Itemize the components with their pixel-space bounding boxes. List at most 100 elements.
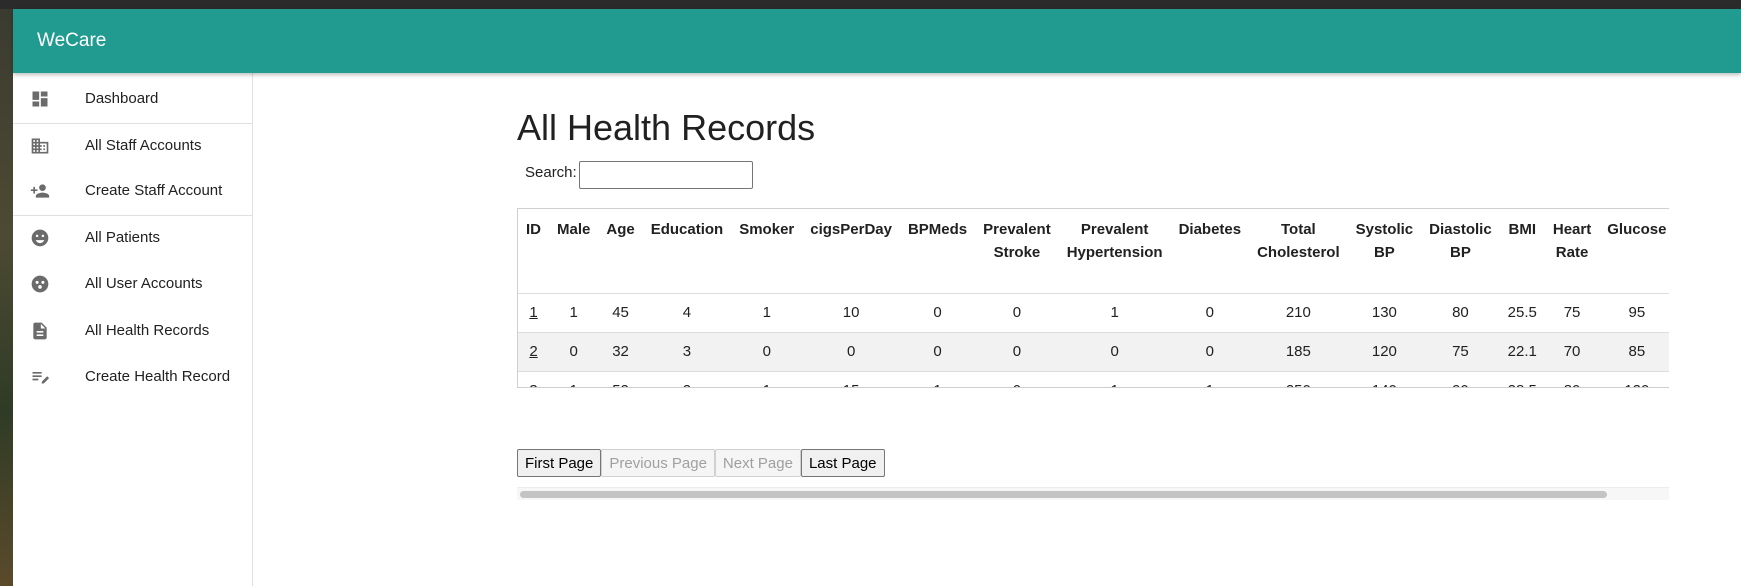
- table-body: 1 1 45 4 1 10 0 0 1 0 210 130 80 25.5 75 95 2 0 32 3 0 0 0 0 0 0 1…: [518, 293, 1669, 387]
- table-cell: 75: [1544, 293, 1600, 333]
- table-cell: 1: [549, 293, 599, 333]
- table-cell: 1: [1171, 371, 1250, 387]
- table-cell: 0: [899, 293, 976, 333]
- edit-note-icon: [32, 372, 50, 384]
- record-id-link[interactable]: 3: [529, 382, 537, 387]
- sidebar: Dashboard All Staff Accounts Create Staf…: [13, 73, 253, 586]
- column-header: Prevalent Hypertension: [1058, 209, 1171, 294]
- table-cell: 28.5: [1500, 371, 1545, 387]
- column-header: Education: [642, 209, 732, 294]
- person-add-icon: [30, 184, 50, 198]
- table-cell: 250: [1249, 371, 1348, 387]
- table-cell: 0: [899, 332, 976, 372]
- main-content: All Health Records Search: ID Male Age Educ…: [253, 73, 1741, 586]
- record-id-cell: 3: [518, 371, 549, 387]
- column-header: Systolic BP: [1347, 209, 1422, 294]
- table-cell: 185: [1249, 332, 1348, 372]
- page-title: All Health Records: [517, 107, 816, 148]
- table-cell: 15: [802, 371, 900, 387]
- column-header: Smoker: [731, 209, 803, 294]
- table-cell: 80: [1421, 293, 1500, 333]
- sidebar-item-create-health-record[interactable]: Create Health Record: [13, 355, 252, 399]
- table-cell: 70: [1544, 332, 1600, 372]
- sidebar-item-all-health-records[interactable]: All Health Records: [13, 309, 252, 353]
- app-header: WeCare: [13, 9, 1741, 73]
- table-cell: 80: [1545, 371, 1599, 387]
- table-cell: 0: [731, 332, 803, 372]
- table-cell: 0: [975, 371, 1059, 387]
- column-header: Prevalent Stroke: [975, 209, 1059, 294]
- browser-top-edge: [0, 0, 1741, 9]
- building-icon: [31, 138, 49, 154]
- search-input[interactable]: [579, 161, 753, 189]
- column-header: Total Cholesterol: [1249, 209, 1348, 294]
- column-header: cigsPerDay: [802, 209, 900, 294]
- column-header: BMI: [1499, 209, 1545, 294]
- column-header: Glucose: [1599, 209, 1669, 294]
- column-header: BPMeds: [899, 209, 976, 294]
- table-cell: 210: [1249, 293, 1348, 333]
- sidebar-item-label: Create Staff Account: [85, 182, 223, 199]
- sidebar-item-create-staff-account[interactable]: Create Staff Account: [13, 169, 252, 213]
- brand-title[interactable]: WeCare: [37, 30, 106, 52]
- previous-page-button[interactable]: Previous Page: [601, 449, 715, 477]
- table-cell: 32: [598, 332, 643, 372]
- table-cell: 0: [975, 293, 1059, 333]
- sidebar-item-label: All Patients: [85, 229, 161, 246]
- table-cell: 1: [549, 371, 598, 387]
- table-cell: 0: [802, 332, 900, 372]
- record-id-cell: 2: [518, 332, 549, 372]
- table-cell: 1: [1058, 293, 1171, 333]
- column-header: Male: [549, 209, 599, 294]
- sidebar-item-label: All User Accounts: [85, 275, 203, 292]
- pagination: First Page Previous Page Next Page Last …: [517, 449, 885, 477]
- sidebar-item-all-user-accounts[interactable]: All User Accounts: [13, 262, 252, 306]
- table-cell: 130: [1347, 293, 1422, 333]
- table-cell: 120: [1599, 371, 1669, 387]
- record-id-link[interactable]: 1: [529, 304, 537, 321]
- table-cell: 0: [549, 332, 599, 372]
- table-cell: 0: [1058, 332, 1171, 372]
- column-header: ID: [518, 209, 549, 294]
- last-page-button[interactable]: Last Page: [800, 449, 885, 477]
- record-id-link[interactable]: 2: [529, 343, 537, 360]
- first-page-button[interactable]: First Page: [517, 449, 602, 477]
- table-row: 2 0 32 3 0 0 0 0 0 0 185 120 75 22.1 70 85: [518, 332, 1669, 372]
- app-window: WeCare Dashboard All Staff Accounts Crea…: [13, 9, 1741, 586]
- search-label: Search:: [525, 164, 577, 181]
- table-cell: 45: [598, 293, 643, 333]
- horizontal-scrollbar[interactable]: [517, 487, 1669, 500]
- health-records-table: ID Male Age Education Smoker cigsPerDay BPMeds…: [518, 209, 1669, 387]
- table-cell: 22.1: [1499, 332, 1545, 372]
- table-cell: 1: [1059, 371, 1171, 387]
- desktop-background-strip: [0, 0, 13, 586]
- table-cell: 95: [1599, 293, 1669, 333]
- table-cell: 85: [1599, 332, 1669, 372]
- table-cell: 25.5: [1499, 293, 1545, 333]
- next-page-button[interactable]: Next Page: [714, 449, 801, 477]
- table-cell: 4: [642, 293, 732, 333]
- sidebar-item-dashboard[interactable]: Dashboard: [13, 77, 252, 121]
- sidebar-item-label: All Health Records: [85, 322, 210, 339]
- table-cell: 0: [975, 332, 1059, 372]
- table-cell: 0: [1170, 293, 1250, 333]
- table-row: 1 1 45 4 1 10 0 0 1 0 210 130 80 25.5 75 95: [518, 293, 1669, 333]
- user-accounts-icon: [31, 275, 49, 293]
- dashboard-icon: [32, 91, 48, 107]
- table-cell: 52: [598, 371, 642, 387]
- sidebar-item-label: Dashboard: [85, 90, 159, 107]
- table-cell: 75: [1421, 332, 1500, 372]
- table-cell: 1: [731, 293, 803, 333]
- table-cell: 2: [643, 371, 732, 387]
- column-header: Age: [598, 209, 643, 294]
- sidebar-item-all-patients[interactable]: All Patients: [13, 216, 252, 260]
- sidebar-item-label: Create Health Record: [85, 368, 231, 385]
- sidebar-item-label: All Staff Accounts: [85, 137, 202, 154]
- table-cell: 120: [1347, 332, 1422, 372]
- health-records-table-container: ID Male Age Education Smoker cigsPerDay BPMeds…: [517, 208, 1669, 388]
- sidebar-item-all-staff-accounts[interactable]: All Staff Accounts: [13, 124, 252, 168]
- table-cell: 140: [1348, 371, 1422, 387]
- table-cell: 1: [900, 371, 975, 387]
- scrollbar-thumb[interactable]: [520, 491, 1607, 498]
- table-cell: 1: [731, 371, 802, 387]
